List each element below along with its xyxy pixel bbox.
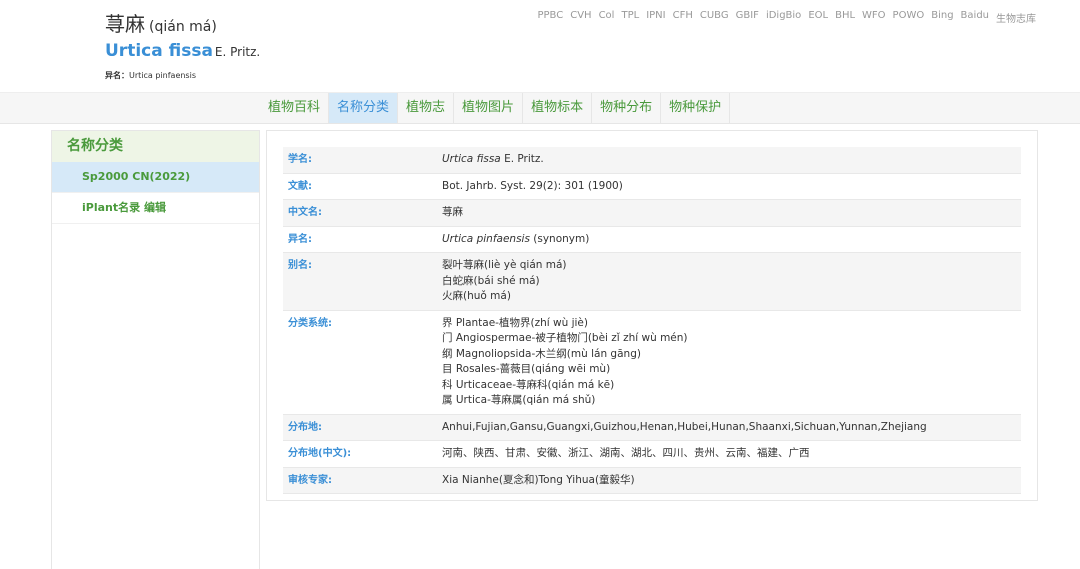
page-header: 荨麻 (qián má) Urtica fissa E. Pritz. 异名：Urt… bbox=[0, 0, 1080, 92]
taxon-class: 纲 Magnoliopsida-木兰纲(mù lán gāng) bbox=[442, 347, 641, 360]
row-value: Urtica fissa E. Pritz. bbox=[437, 147, 1021, 174]
tab-specimens[interactable]: 植物标本 bbox=[523, 93, 593, 123]
row-label: 学名: bbox=[283, 147, 437, 174]
link-bhl[interactable]: BHL bbox=[835, 10, 855, 25]
row-value: 河南、陕西、甘肃、安徽、浙江、湖南、湖北、四川、贵州、云南、福建、广西 bbox=[437, 440, 1021, 468]
row-distribution: 分布地: Anhui,Fujian,Gansu,Guangxi,Guizhou,… bbox=[283, 414, 1021, 441]
link-idigbio[interactable]: iDigBio bbox=[766, 10, 801, 25]
link-baidu[interactable]: Baidu bbox=[961, 10, 989, 25]
link-cubg[interactable]: CUBG bbox=[700, 10, 729, 25]
alias-item: 火麻(huǒ má) bbox=[442, 290, 511, 302]
link-tpl[interactable]: TPL bbox=[621, 10, 639, 25]
row-chinese-name: 中文名: 荨麻 bbox=[283, 199, 1021, 227]
link-ppbc[interactable]: PPBC bbox=[538, 10, 564, 25]
taxon-order: 目 Rosales-蔷薇目(qiáng wēi mù) bbox=[442, 363, 611, 375]
page-title: 荨麻 (qián má) bbox=[105, 12, 217, 36]
row-value: Bot. Jahrb. Syst. 29(2): 301 (1900) bbox=[437, 173, 1021, 200]
tab-conservation[interactable]: 物种保护 bbox=[661, 93, 731, 123]
row-label: 别名: bbox=[283, 252, 437, 311]
taxon-kingdom: 界 Plantae-植物界(zhí wù jiè) bbox=[442, 316, 588, 329]
alias-item: 白蛇麻(bái shé má) bbox=[442, 274, 540, 287]
tab-name-classification[interactable]: 名称分类 bbox=[329, 93, 399, 123]
sidebar-item-iplant[interactable]: iPlant名录 编辑 bbox=[52, 193, 259, 224]
row-classification: 分类系统: 界 Plantae-植物界(zhí wù jiè) 门 Angios… bbox=[283, 310, 1021, 415]
row-label: 文献: bbox=[283, 173, 437, 200]
tab-plant-encyclopedia[interactable]: 植物百科 bbox=[260, 93, 330, 123]
details-table: 学名: Urtica fissa E. Pritz. 文献: Bot. Jahr… bbox=[283, 147, 1021, 494]
row-value: 界 Plantae-植物界(zhí wù jiè) 门 Angiospermae… bbox=[437, 310, 1021, 415]
row-label: 分布地(中文): bbox=[283, 440, 437, 468]
taxon-phylum: 门 Angiospermae-被子植物门(bèi zǐ zhí wù mén) bbox=[442, 332, 688, 344]
sidebar-item-sp2000[interactable]: Sp2000 CN(2022) bbox=[52, 162, 259, 193]
tab-plant-images[interactable]: 植物图片 bbox=[454, 93, 524, 123]
row-value: Urtica pinfaensis (synonym) bbox=[437, 226, 1021, 253]
row-distribution-cn: 分布地(中文): 河南、陕西、甘肃、安徽、浙江、湖南、湖北、四川、贵州、云南、福… bbox=[283, 440, 1021, 468]
title-pinyin: (qián má) bbox=[149, 19, 217, 35]
link-biology-db[interactable]: 生物志库 bbox=[996, 10, 1036, 25]
link-cvh[interactable]: CVH bbox=[570, 10, 591, 25]
row-reference: 文献: Bot. Jahrb. Syst. 29(2): 301 (1900) bbox=[283, 173, 1021, 200]
link-wfo[interactable]: WFO bbox=[862, 10, 886, 25]
row-value: 裂叶荨麻(liè yè qián má) 白蛇麻(bái shé má) 火麻(… bbox=[437, 252, 1021, 311]
link-col[interactable]: Col bbox=[599, 10, 615, 25]
details-panel: 学名: Urtica fissa E. Pritz. 文献: Bot. Jahr… bbox=[266, 130, 1038, 501]
taxon-family: 科 Urticaceae-荨麻科(qián má kē) bbox=[442, 378, 615, 391]
sidebar: 名称分类 Sp2000 CN(2022) iPlant名录 编辑 bbox=[51, 130, 260, 569]
link-ipni[interactable]: IPNI bbox=[646, 10, 665, 25]
row-alias: 别名: 裂叶荨麻(liè yè qián má) 白蛇麻(bái shé má)… bbox=[283, 252, 1021, 311]
sci-author: E. Pritz. bbox=[214, 45, 261, 59]
row-label: 分布地: bbox=[283, 414, 437, 441]
link-bing[interactable]: Bing bbox=[931, 10, 953, 25]
link-gbif[interactable]: GBIF bbox=[736, 10, 759, 25]
row-value: 荨麻 bbox=[437, 199, 1021, 227]
taxon-genus: 属 Urtica-荨麻属(qián má shǔ) bbox=[442, 394, 596, 406]
link-powo[interactable]: POWO bbox=[893, 10, 925, 25]
tab-distribution[interactable]: 物种分布 bbox=[592, 93, 662, 123]
external-links: PPBC CVH Col TPL IPNI CFH CUBG GBIF iDig… bbox=[538, 10, 1037, 25]
row-label: 异名: bbox=[283, 226, 437, 253]
row-label: 分类系统: bbox=[283, 310, 437, 415]
row-sci-name: 学名: Urtica fissa E. Pritz. bbox=[283, 147, 1021, 174]
tab-flora[interactable]: 植物志 bbox=[398, 93, 455, 123]
sidebar-heading: 名称分类 bbox=[52, 131, 259, 162]
tab-bar: 植物百科 名称分类 植物志 植物图片 植物标本 物种分布 物种保护 bbox=[0, 92, 1080, 124]
link-cfh[interactable]: CFH bbox=[673, 10, 693, 25]
scientific-name: Urtica fissa E. Pritz. bbox=[105, 41, 261, 61]
row-value: Anhui,Fujian,Gansu,Guangxi,Guizhou,Henan… bbox=[437, 414, 1021, 441]
row-label: 中文名: bbox=[283, 199, 437, 227]
row-synonym: 异名: Urtica pinfaensis (synonym) bbox=[283, 226, 1021, 253]
synonym-line: 异名：Urtica pinfaensis bbox=[105, 71, 196, 80]
link-eol[interactable]: EOL bbox=[808, 10, 828, 25]
row-label: 审核专家: bbox=[283, 467, 437, 494]
row-expert: 审核专家: Xia Nianhe(夏念和)Tong Yihua(童毅华) bbox=[283, 467, 1021, 494]
alias-item: 裂叶荨麻(liè yè qián má) bbox=[442, 259, 567, 271]
row-value: Xia Nianhe(夏念和)Tong Yihua(童毅华) bbox=[437, 467, 1021, 494]
